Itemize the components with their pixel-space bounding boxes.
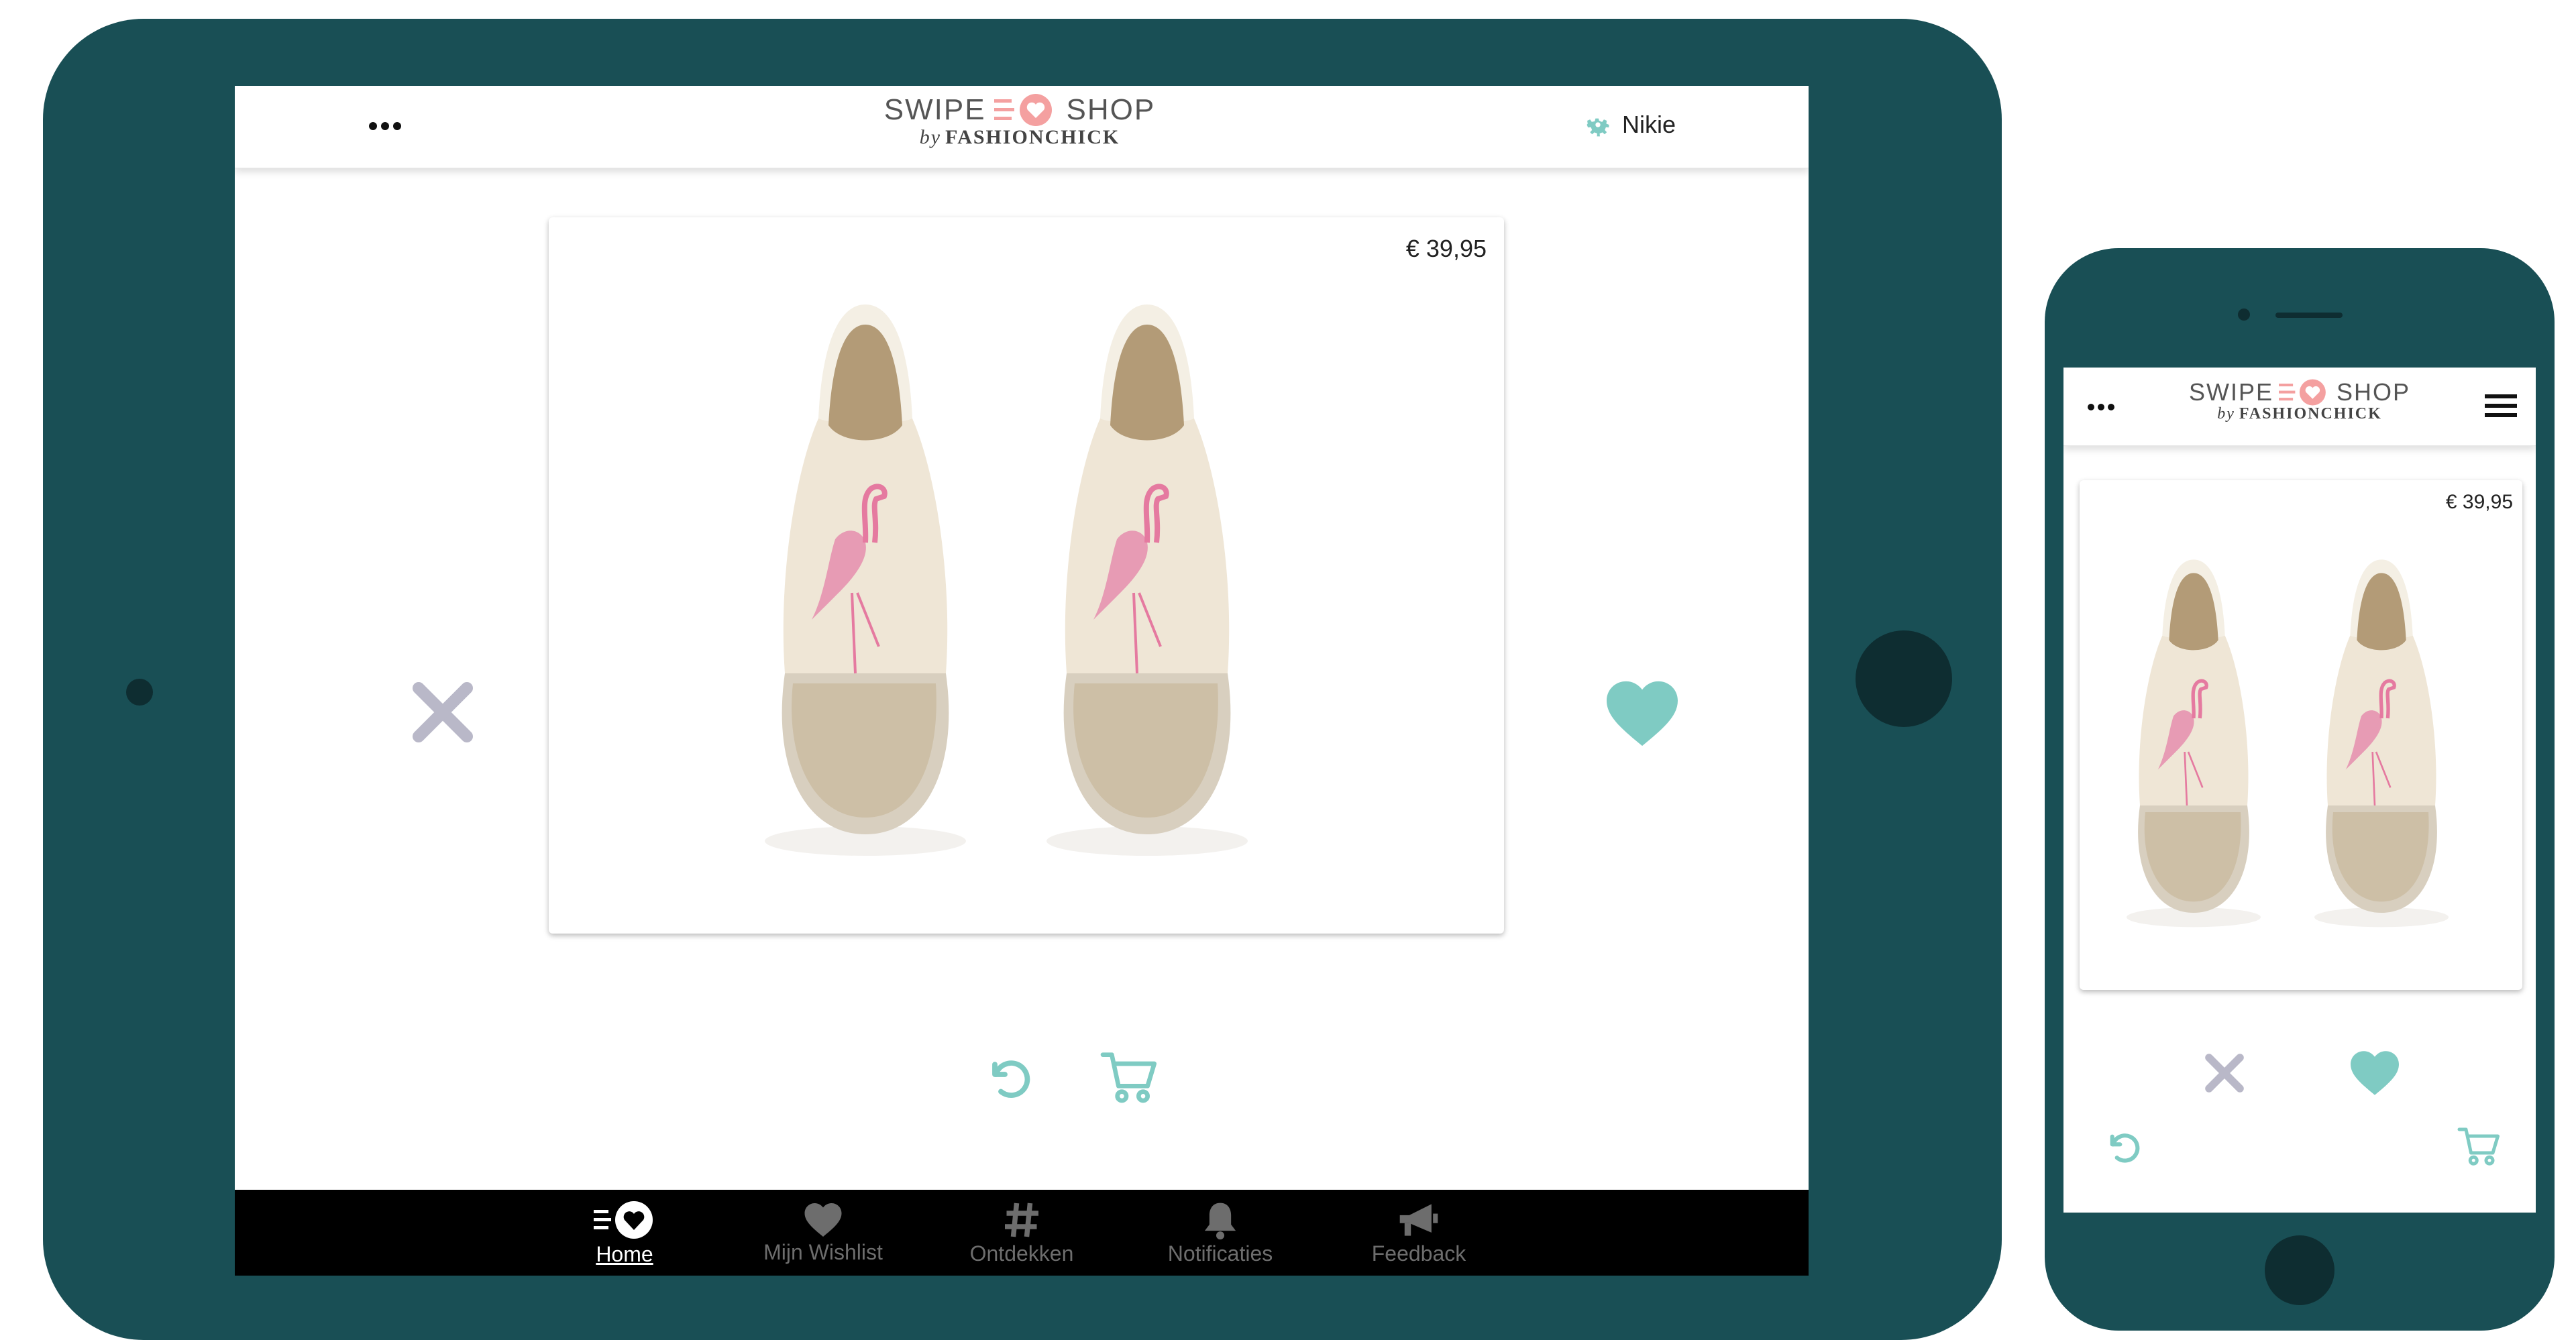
nav-discover[interactable]: Ontdekken: [922, 1190, 1121, 1276]
app-header: SWIPE SHOP by FASHIONCHICK Nikie: [235, 86, 1809, 168]
product-price: € 39,95: [2445, 491, 2513, 513]
heart-icon: [2351, 1051, 2399, 1095]
phone-speaker: [2275, 313, 2343, 318]
cart-icon: [1100, 1052, 1157, 1103]
close-icon: [2205, 1054, 2244, 1093]
logo-fashionchick: FASHIONCHICK: [945, 126, 1120, 148]
phone-device: SWIPE SHOP by FASHIONCHICK € 39,95: [2045, 248, 2555, 1331]
close-icon: [413, 682, 473, 742]
logo-shop: SHOP: [1066, 93, 1156, 126]
heart-icon: [1607, 681, 1678, 746]
product-card[interactable]: € 39,95: [549, 217, 1504, 934]
nav-wishlist-label: Mijn Wishlist: [763, 1239, 883, 1264]
nav-discover-label: Ontdekken: [969, 1241, 1074, 1266]
nav-notifications-label: Notificaties: [1167, 1241, 1273, 1266]
phone-app-logo: SWIPE SHOP by FASHIONCHICK: [2184, 377, 2415, 423]
bottom-navigation: Home Mijn Wishlist Ontdekken Notificatie…: [235, 1190, 1809, 1276]
bell-icon: [1204, 1203, 1236, 1239]
user-profile[interactable]: Nikie: [1583, 110, 1676, 139]
undo-icon: [992, 1060, 1030, 1098]
logo-heart-icon: [994, 94, 1052, 126]
logo-swipe: SWIPE: [883, 93, 986, 126]
logo-fashionchick: FASHIONCHICK: [2239, 405, 2382, 423]
phone-screen: SWIPE SHOP by FASHIONCHICK € 39,95: [2063, 368, 2536, 1213]
phone-camera: [2238, 309, 2250, 321]
tablet-screen: SWIPE SHOP by FASHIONCHICK Nikie € 39,95…: [235, 86, 1809, 1276]
hamburger-menu-icon[interactable]: [2485, 394, 2517, 418]
like-button[interactable]: [2347, 1048, 2403, 1099]
hashtag-icon: [1005, 1203, 1038, 1237]
home-heart-icon: [594, 1201, 653, 1239]
user-name: Nikie: [1622, 111, 1676, 138]
nav-notifications[interactable]: Notificaties: [1121, 1190, 1320, 1276]
nav-feedback[interactable]: Feedback: [1320, 1190, 1518, 1276]
undo-button[interactable]: [981, 1050, 1037, 1107]
product-price: € 39,95: [1405, 235, 1487, 262]
tablet-home-button[interactable]: [1856, 630, 1952, 727]
undo-button[interactable]: [2102, 1127, 2144, 1168]
cart-button[interactable]: [2455, 1124, 2504, 1168]
nav-wishlist[interactable]: Mijn Wishlist: [724, 1190, 922, 1276]
more-menu-icon[interactable]: [2088, 404, 2114, 410]
phone-home-button[interactable]: [2265, 1235, 2334, 1305]
nav-feedback-label: Feedback: [1371, 1241, 1466, 1266]
gear-icon: [1587, 118, 1609, 137]
logo-swipe: SWIPE: [2188, 378, 2273, 406]
logo-by: by: [2217, 405, 2235, 423]
megaphone-icon: [1399, 1203, 1438, 1236]
cart-button[interactable]: [1096, 1045, 1163, 1109]
product-image: [765, 298, 1308, 888]
dislike-button[interactable]: [407, 676, 479, 748]
more-menu-icon[interactable]: [369, 122, 401, 130]
nav-home[interactable]: Home: [525, 1190, 724, 1276]
cart-icon: [2457, 1127, 2500, 1166]
logo-shop: SHOP: [2336, 378, 2411, 406]
tablet-camera: [126, 679, 153, 706]
undo-icon: [2110, 1133, 2140, 1163]
logo-by: by: [919, 126, 942, 148]
app-logo: SWIPE SHOP by FASHIONCHICK: [879, 91, 1161, 149]
phone-app-header: SWIPE SHOP by FASHIONCHICK: [2063, 368, 2536, 446]
phone-product-card[interactable]: € 39,95: [2080, 480, 2522, 990]
nav-home-label: Home: [596, 1241, 653, 1266]
product-image: [2113, 554, 2489, 950]
dislike-button[interactable]: [2200, 1049, 2249, 1097]
like-button[interactable]: [1601, 676, 1684, 751]
logo-heart-icon: [2278, 379, 2326, 406]
heart-icon: [804, 1203, 842, 1237]
tablet-device: SWIPE SHOP by FASHIONCHICK Nikie € 39,95…: [43, 19, 2002, 1340]
